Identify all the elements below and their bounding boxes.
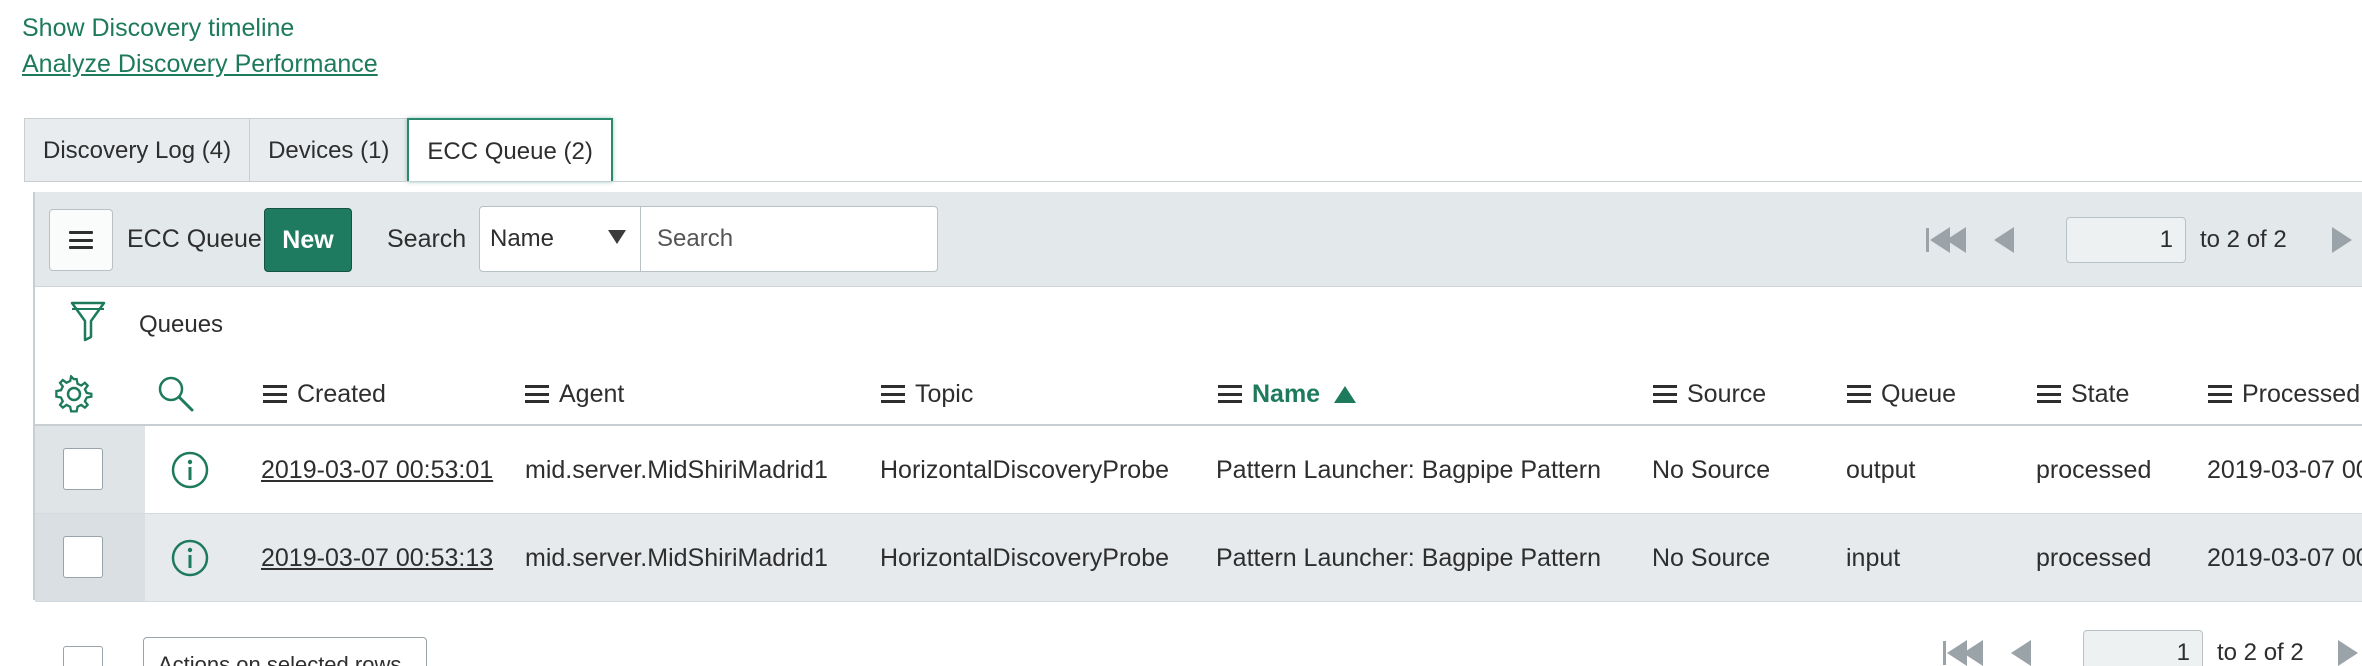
state-cell: processed <box>2036 456 2152 484</box>
previous-page-button[interactable] <box>1974 226 2034 253</box>
source-cell: No Source <box>1652 456 1771 484</box>
column-menu-icon <box>1218 385 1242 403</box>
personalize-list-button[interactable] <box>55 364 93 424</box>
show-discovery-timeline-link[interactable]: Show Discovery timeline <box>22 10 378 46</box>
top-links: Show Discovery timeline Analyze Discover… <box>22 10 378 82</box>
info-icon[interactable] <box>170 450 210 495</box>
page-number-input[interactable] <box>2066 216 2186 263</box>
tab-discovery-log[interactable]: Discovery Log (4) <box>24 118 251 181</box>
agent-cell: mid.server.MidShiriMadrid1 <box>525 544 828 572</box>
list-title: ECC Queue <box>127 225 262 253</box>
table-header-row: Created Agent Topic Name Source Queue St… <box>35 364 2362 426</box>
ecc-queue-panel: ECC Queue New Search Name to 2 of 2 <box>33 192 2362 666</box>
tab-divider <box>24 181 2362 182</box>
tab-devices[interactable]: Devices (1) <box>249 118 409 181</box>
row-select-cell <box>35 426 145 513</box>
actions-on-selected-rows-select[interactable]: Actions on selected rows... <box>143 637 427 666</box>
tab-ecc-queue[interactable]: ECC Queue (2) <box>407 118 613 182</box>
page-range-text: to 2 of 2 <box>2217 639 2304 666</box>
page-range-text: to 2 of 2 <box>2200 225 2287 253</box>
search-icon <box>158 376 194 412</box>
page-number-input[interactable] <box>2083 630 2203 666</box>
row-select-cell <box>35 514 145 601</box>
queue-cell: input <box>1846 544 1901 572</box>
breadcrumb-queues[interactable]: Queues <box>139 311 223 339</box>
hamburger-icon <box>69 231 93 249</box>
column-search-button[interactable] <box>156 364 196 424</box>
caret-down-icon <box>608 230 626 244</box>
previous-page-button[interactable] <box>1991 640 2051 666</box>
source-cell: No Source <box>1652 544 1771 572</box>
search-input[interactable] <box>640 206 938 272</box>
column-header-created[interactable]: Created <box>263 364 386 424</box>
first-page-icon <box>1943 641 1946 665</box>
next-page-button[interactable] <box>2311 226 2362 253</box>
processed-cell: 2019-03-07 00: <box>2207 544 2362 572</box>
first-page-icon <box>1926 227 1929 252</box>
processed-cell: 2019-03-07 00: <box>2207 456 2362 484</box>
agent-cell: mid.server.MidShiriMadrid1 <box>525 456 828 484</box>
list-footer: Actions on selected rows... to 2 of 2 <box>35 600 2362 666</box>
sort-ascending-icon <box>1334 385 1357 403</box>
list-context-menu-button[interactable] <box>49 209 113 271</box>
previous-page-icon <box>1994 226 2014 253</box>
select-all-checkbox[interactable] <box>63 646 103 666</box>
created-link[interactable]: 2019-03-07 00:53:01 <box>261 426 493 514</box>
state-cell: processed <box>2036 544 2152 572</box>
created-link[interactable]: 2019-03-07 00:53:13 <box>261 514 493 602</box>
topic-cell: HorizontalDiscoveryProbe <box>880 456 1170 484</box>
search-field-value: Name <box>490 225 555 252</box>
top-pager: to 2 of 2 <box>1918 192 2362 287</box>
name-cell: Pattern Launcher: Bagpipe Pattern <box>1216 544 1601 572</box>
next-page-icon <box>2331 226 2352 253</box>
column-header-source[interactable]: Source <box>1653 364 1766 424</box>
column-header-processed[interactable]: Processed <box>2208 364 2360 424</box>
name-cell: Pattern Launcher: Bagpipe Pattern <box>1216 456 1601 484</box>
info-icon[interactable] <box>170 538 210 583</box>
bottom-pager: to 2 of 2 <box>1935 628 2362 666</box>
column-header-state[interactable]: State <box>2037 364 2129 424</box>
table-row: 2019-03-07 00:53:13 mid.server.MidShiriM… <box>35 514 2362 602</box>
search-label: Search <box>387 225 467 253</box>
analyze-discovery-performance-link[interactable]: Analyze Discovery Performance <box>22 46 378 82</box>
column-header-agent[interactable]: Agent <box>525 364 624 424</box>
gear-icon <box>55 375 93 413</box>
filter-breadcrumb-row: Queues <box>35 287 2362 367</box>
column-menu-icon <box>525 385 549 403</box>
related-list-tabs: Discovery Log (4) Devices (1) ECC Queue … <box>24 118 613 182</box>
filter-icon[interactable] <box>69 299 107 348</box>
column-menu-icon <box>2208 385 2232 403</box>
list-toolbar: ECC Queue New Search Name to 2 of 2 <box>35 192 2362 287</box>
next-page-icon <box>2337 640 2358 666</box>
first-page-button[interactable] <box>1935 640 1991 666</box>
column-header-topic[interactable]: Topic <box>881 364 973 424</box>
previous-page-icon <box>2011 640 2031 666</box>
column-menu-icon <box>1653 385 1677 403</box>
table-row: 2019-03-07 00:53:01 mid.server.MidShiriM… <box>35 426 2362 514</box>
first-page-button[interactable] <box>1918 226 1974 253</box>
topic-cell: HorizontalDiscoveryProbe <box>880 544 1170 572</box>
column-header-queue[interactable]: Queue <box>1847 364 1956 424</box>
new-button[interactable]: New <box>264 208 352 272</box>
column-menu-icon <box>1847 385 1871 403</box>
next-page-button[interactable] <box>2328 640 2362 666</box>
search-field-select[interactable]: Name <box>479 206 641 272</box>
queue-cell: output <box>1846 456 1916 484</box>
column-menu-icon <box>2037 385 2061 403</box>
row-checkbox[interactable] <box>63 448 103 490</box>
column-menu-icon <box>263 385 287 403</box>
row-checkbox[interactable] <box>63 536 103 578</box>
column-menu-icon <box>881 385 905 403</box>
column-header-name[interactable]: Name <box>1218 364 1357 424</box>
